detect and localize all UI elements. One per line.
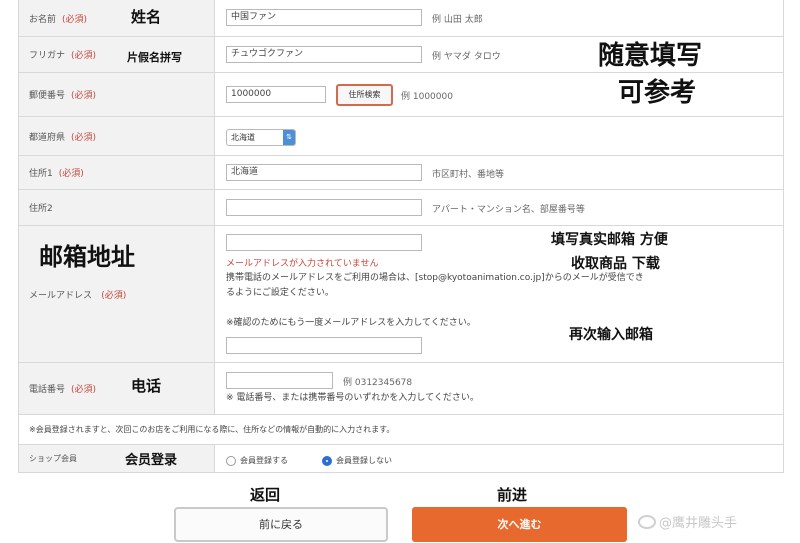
required-badge: (必須) [71, 51, 97, 61]
postal-example: 例 1000000 [401, 92, 453, 102]
row-phone: 電話番号 (必須) 电话 例 0312345678 ※ 電話番号、または携帯番号… [19, 363, 783, 415]
member-note: ※会員登録されますと、次回このお店をご利用になる際に、住所などの情報が自動的に入… [29, 425, 395, 434]
back-button[interactable]: 前に戻る [174, 507, 388, 542]
radio-checked-icon [322, 455, 332, 466]
annotation-email: 邮箱地址 [39, 243, 135, 271]
watermark-text: @鹰井雕头手 [659, 516, 738, 531]
label-cell-email: 邮箱地址 メールアドレス (必須) [19, 226, 215, 362]
address1-input[interactable]: 北海道 [226, 164, 422, 181]
label-cell-prefecture: 都道府県 (必須) [19, 117, 215, 155]
radio-register[interactable]: 会員登録する [226, 455, 288, 466]
watermark: @鹰井雕头手 [638, 512, 737, 531]
address2-input[interactable] [226, 199, 422, 216]
annotation-email-true-2: 收取商品 下载 [571, 256, 660, 272]
label-cell-shop-member: ショップ会員 会员登录 [19, 445, 215, 472]
email-note-line1: 携帯電話のメールアドレスをご利用の場合は、[stop@kyotoanimatio… [226, 273, 644, 283]
name-example: 例 山田 太郎 [432, 15, 483, 25]
annotation-name: 姓名 [131, 8, 162, 26]
label-cell-address2: 住所2 [19, 190, 215, 225]
radio-no-register[interactable]: 会員登録しない [322, 455, 392, 466]
next-button[interactable]: 次へ進む [412, 507, 627, 542]
label-email: メールアドレス [29, 291, 93, 301]
row-shop-member: ショップ会員 会员登录 会員登録する 会員登録しない [19, 445, 783, 473]
weibo-logo-icon [638, 514, 656, 529]
furigana-input[interactable]: チュウゴクファン [226, 46, 422, 63]
email-error: メールアドレスが入力されていません [226, 259, 379, 269]
label-cell-furigana: フリガナ (必須) 片假名拼写 [19, 37, 215, 72]
furigana-example: 例 ヤマダ タロウ [432, 52, 501, 62]
name-input[interactable]: 中国ファン [226, 9, 422, 26]
annotation-email-confirm: 再次输入邮箱 [569, 327, 653, 343]
annotation-free-fill-2: 可参考 [618, 78, 697, 108]
phone-note: ※ 電話番号、または携帯番号のいずれかを入力してください。 [226, 393, 479, 403]
label-prefecture: 都道府県 [29, 132, 66, 143]
prefecture-value: 北海道 [231, 133, 255, 142]
label-cell-name: お名前 (必須) 姓名 [19, 0, 215, 36]
required-badge: (必須) [58, 169, 84, 179]
row-postal: 郵便番号 (必須) 1000000 住所検索 例 1000000 可参考 [19, 73, 783, 117]
annotation-back: 返回 [250, 486, 281, 504]
label-shop-member: ショップ会員 [29, 454, 77, 463]
row-furigana: フリガナ (必須) 片假名拼写 チュウゴクファン 例 ヤマダ タロウ 随意填写 [19, 37, 783, 73]
phone-example: 例 0312345678 [343, 378, 413, 388]
email-confirm-input[interactable] [226, 337, 422, 354]
address2-example: アパート・マンション名、部屋番号等 [432, 205, 585, 215]
row-email: 邮箱地址 メールアドレス (必須) 填写真实邮箱 方便 收取商品 下载 メールア… [19, 226, 783, 363]
annotation-furigana: 片假名拼写 [127, 51, 182, 64]
label-address2: 住所2 [29, 204, 53, 214]
address1-example: 市区町村、番地等 [432, 170, 505, 180]
annotation-next: 前进 [497, 486, 528, 504]
radio-no-register-label: 会員登録しない [336, 456, 392, 465]
label-cell-postal: 郵便番号 (必須) [19, 73, 215, 116]
label-cell-phone: 電話番号 (必須) 电话 [19, 363, 215, 414]
email-note-line2: るようにご設定ください。 [226, 288, 334, 298]
radio-unchecked-icon [226, 455, 236, 466]
label-phone: 電話番号 [29, 385, 66, 395]
prefecture-select[interactable]: 北海道 ⇅ [226, 129, 296, 146]
email-confirm-note: ※確認のためにもう一度メールアドレスを入力してください。 [226, 318, 476, 328]
row-address1: 住所1 (必須) 北海道 市区町村、番地等 [19, 156, 783, 190]
address-search-button[interactable]: 住所検索 [336, 84, 393, 106]
label-furigana: フリガナ [29, 51, 66, 61]
label-cell-address1: 住所1 (必須) [19, 156, 215, 189]
required-badge: (必須) [71, 91, 97, 101]
row-address2: 住所2 アパート・マンション名、部屋番号等 [19, 190, 783, 226]
row-member-note: ※会員登録されますと、次回このお店をご利用になる際に、住所などの情報が自動的に入… [19, 415, 783, 445]
annotation-free-fill-1: 随意填写 [598, 41, 703, 71]
label-name: お名前 [29, 14, 57, 25]
annotation-email-true-1: 填写真实邮箱 方便 [551, 232, 668, 248]
email-input[interactable] [226, 234, 422, 251]
required-badge: (必須) [71, 385, 97, 395]
annotation-phone: 电话 [131, 377, 162, 395]
label-address1: 住所1 [29, 169, 53, 179]
email-label-wrap: メールアドレス (必須) [29, 288, 126, 301]
row-prefecture: 都道府県 (必須) 北海道 ⇅ [19, 117, 783, 156]
label-postal: 郵便番号 [29, 91, 66, 101]
radio-register-label: 会員登録する [240, 456, 288, 465]
required-badge: (必須) [62, 14, 88, 25]
row-name: お名前 (必須) 姓名 中国ファン 例 山田 太郎 [19, 0, 783, 37]
phone-input[interactable] [226, 372, 333, 389]
required-badge: (必須) [101, 291, 127, 301]
select-arrow-icon: ⇅ [283, 130, 295, 145]
postal-input[interactable]: 1000000 [226, 86, 326, 103]
required-badge: (必須) [71, 132, 97, 143]
annotation-shop-member: 会员登录 [125, 453, 178, 468]
order-form: お名前 (必須) 姓名 中国ファン 例 山田 太郎 フリガナ (必須) 片假名拼… [18, 0, 784, 473]
